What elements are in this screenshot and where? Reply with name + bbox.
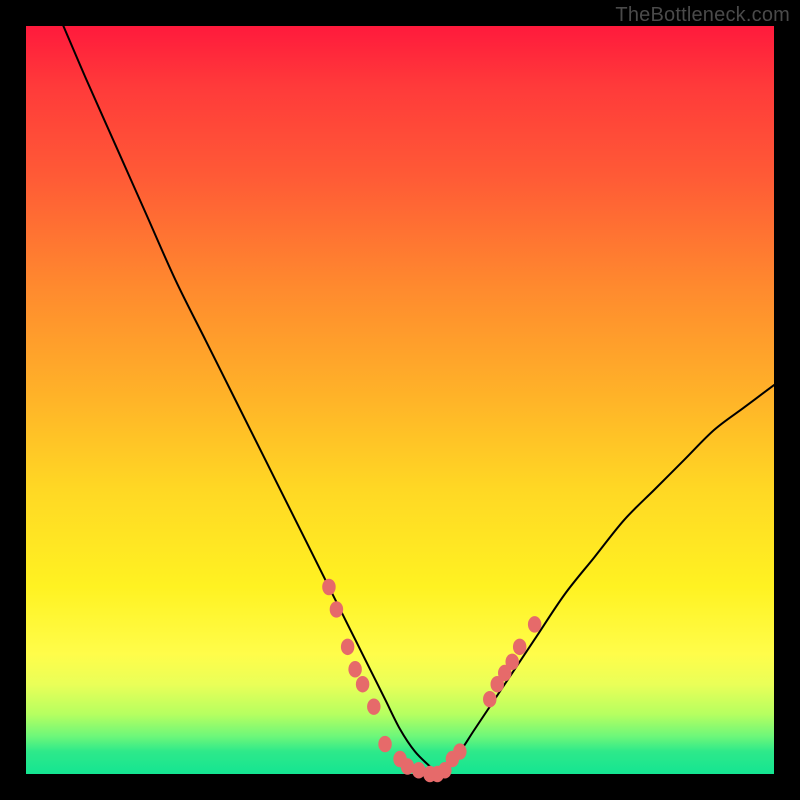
curve-marker (513, 639, 526, 655)
curve-marker (378, 736, 391, 752)
plot-area (26, 26, 774, 774)
curve-marker (348, 661, 361, 677)
curve-marker (483, 691, 496, 707)
watermark-text: TheBottleneck.com (615, 4, 790, 27)
curve-marker (367, 698, 380, 714)
bottleneck-curve (63, 26, 774, 774)
curve-markers (322, 579, 541, 782)
curve-marker (528, 616, 541, 632)
chart-frame: TheBottleneck.com (0, 0, 800, 800)
curve-marker (505, 654, 518, 670)
bottleneck-curve-svg (26, 26, 774, 774)
curve-marker (453, 743, 466, 759)
curve-marker (341, 639, 354, 655)
curve-marker (322, 579, 335, 595)
curve-marker (356, 676, 369, 692)
curve-marker (330, 601, 343, 617)
